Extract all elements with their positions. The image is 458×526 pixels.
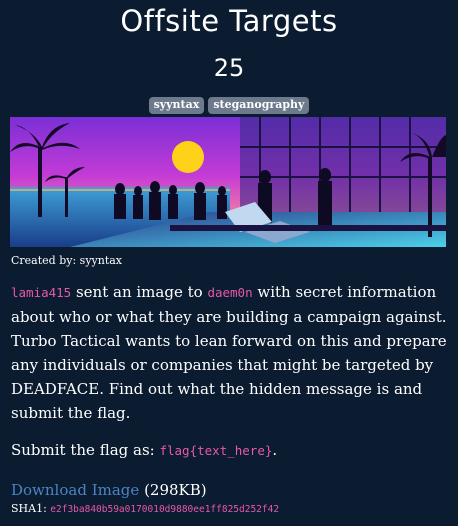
tag-syyntax: syyntax [148,97,205,114]
flag-format-code: flag{text_here} [159,443,273,458]
tag-list: syyntax steganography [0,97,458,114]
sha1-label: SHA1: [11,502,47,515]
user-daem0n: daem0n [207,285,253,300]
challenge-description: lamia415 sent an image to daem0n with se… [11,280,447,425]
sha1-hash: e2f3ba840b59a0170010d9880ee1ff825d252f42 [50,504,280,515]
description-text-2: with secret information about who or wha… [11,283,447,422]
download-size: (298KB) [144,481,207,499]
sha1-row: SHA1: e2f3ba840b59a0170010d9880ee1ff825d… [11,502,279,517]
challenge-title: Offsite Targets [120,4,338,38]
flag-format-prefix: Submit the flag as: [11,441,160,459]
download-image-link[interactable]: Download Image [11,481,139,499]
tag-steganography: steganography [208,97,310,114]
user-lamia415: lamia415 [11,285,72,300]
challenge-image [10,117,446,247]
flag-format-suffix: . [272,441,278,459]
description-text-1: sent an image to [71,283,208,301]
flag-format: Submit the flag as: flag{text_here}. [11,440,447,461]
download-row: Download Image (298KB) [11,480,207,500]
author-label: Created by: syyntax [11,254,123,267]
challenge-points: 25 [213,54,245,82]
